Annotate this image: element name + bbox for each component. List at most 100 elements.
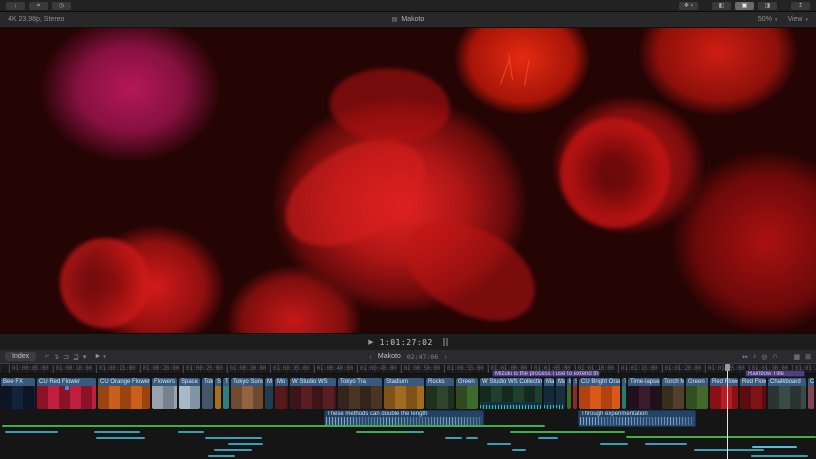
timeline-clip[interactable]: C xyxy=(808,378,814,409)
audio-meters-icon[interactable] xyxy=(442,338,448,346)
timeline-clip[interactable]: Stadium xyxy=(384,378,424,409)
import-media-button[interactable]: ↓ xyxy=(6,1,25,10)
clip-thumbnails xyxy=(215,386,221,409)
connected-clip-bar[interactable] xyxy=(600,443,628,445)
previous-project-button[interactable]: ‹ xyxy=(369,352,372,361)
timeline-clip[interactable]: W Studio WS xyxy=(290,378,336,409)
clip-thumbnails xyxy=(338,386,382,409)
timeline-clip[interactable]: Mo xyxy=(275,378,288,409)
connected-clip-bar[interactable] xyxy=(5,431,58,433)
timeline-clip[interactable]: W Studio WS Collecting Flowers xyxy=(480,378,542,409)
connected-clip-bar[interactable] xyxy=(466,437,478,439)
timeline-clip[interactable]: Bee FX xyxy=(1,378,35,409)
clip-name-label: Time-lapse Shutterstock xyxy=(628,378,660,386)
playhead[interactable] xyxy=(725,364,730,459)
connected-clip-bar[interactable] xyxy=(445,437,462,439)
solo-icon[interactable]: ◎ xyxy=(761,353,767,361)
timeline-clip[interactable]: S xyxy=(573,378,577,409)
timeline-clip[interactable]: T xyxy=(223,378,229,409)
clip-thumbnails xyxy=(275,386,288,409)
connected-clip-bar[interactable] xyxy=(178,431,204,433)
skimming-icon[interactable]: ↭ xyxy=(742,353,748,361)
show-browser-button[interactable]: ◧ xyxy=(712,1,731,10)
timeline-clip[interactable]: Time-lapse Shutterstock xyxy=(628,378,660,409)
index-button[interactable]: Index xyxy=(5,352,37,361)
connected-clip-bar[interactable] xyxy=(512,449,526,451)
viewer-view-dropdown[interactable]: View ▾ xyxy=(787,16,808,23)
timeline-ruler[interactable]: 01:00:05:00 01:00:10:00 01:00:15:00 01:00:2… xyxy=(0,364,816,374)
timeline-clip[interactable]: Red Flower CU xyxy=(740,378,766,409)
timeline-clip[interactable]: Makoto I xyxy=(556,378,565,409)
clip-name-label: Makoto I xyxy=(556,378,565,386)
connected-clip-bar[interactable] xyxy=(694,449,764,451)
viewer-canvas xyxy=(0,28,816,333)
timeline-clip[interactable]: Green xyxy=(456,378,478,409)
overwrite-edit-icon[interactable]: ⊒ xyxy=(73,353,79,361)
effects-browser-button[interactable]: ❖ ▾ xyxy=(679,1,698,10)
insert-edit-icon[interactable]: ↴ xyxy=(53,353,59,361)
tool-select-dropdown[interactable]: ► ▾ xyxy=(94,353,105,360)
timeline-clip[interactable]: Green Texture xyxy=(686,378,708,409)
clip-thumbnails xyxy=(1,386,35,409)
next-project-button[interactable]: › xyxy=(444,352,447,361)
connect-edit-icon[interactable]: ⌐ xyxy=(45,353,49,360)
music-clip-bar[interactable] xyxy=(510,431,625,433)
timeline-clip[interactable]: E xyxy=(567,378,571,409)
timeline-clip[interactable]: Space xyxy=(179,378,200,409)
timeline-clip[interactable]: S xyxy=(215,378,221,409)
viewer-zoom-dropdown[interactable]: 50% ▾ xyxy=(758,16,778,23)
show-inspector-button[interactable]: ◨ xyxy=(758,1,777,10)
connected-clip-bar[interactable] xyxy=(408,431,421,433)
append-edit-icon[interactable]: ⊐ xyxy=(63,353,69,361)
timeline-clip[interactable]: M xyxy=(265,378,273,409)
clip-name-label: C xyxy=(808,378,814,386)
timeline-clip[interactable]: CU Red Flower xyxy=(37,378,96,409)
edit-options-caret-icon[interactable]: ▾ xyxy=(83,353,87,361)
clip-name-label: CU Bright Oran xyxy=(579,378,620,386)
timeline-clip[interactable]: Rocks xyxy=(426,378,454,409)
window-toolbar: ↓ ⌗ ◷ ❖ ▾ ◧ ▣ ◨ ↥ xyxy=(0,0,816,12)
music-clip-bar[interactable] xyxy=(2,425,545,427)
connected-clip-bar[interactable] xyxy=(751,455,808,457)
share-button[interactable]: ↥ xyxy=(791,1,810,10)
title-clip[interactable]: Mizuki is the process I use to extend th… xyxy=(492,370,600,377)
audio-skimming-icon[interactable]: ♪ xyxy=(753,353,757,360)
clip-thumbnails xyxy=(567,386,571,409)
timeline-clip[interactable]: Red Flower xyxy=(710,378,738,409)
timeline-clip[interactable]: Chalkboard xyxy=(768,378,806,409)
music-clip-bar[interactable] xyxy=(626,436,816,438)
background-tasks-button[interactable]: ◷ xyxy=(52,1,71,10)
clip-name-label: Tokyo Sunset xyxy=(231,378,263,386)
timeline-clip[interactable]: T xyxy=(622,378,626,409)
clip-appearance-icon[interactable]: ▦ xyxy=(794,353,801,361)
connected-clip-bar[interactable] xyxy=(96,437,145,439)
connected-clip-bar[interactable] xyxy=(205,437,262,439)
timeline-clip[interactable]: Tokyo Sunset xyxy=(231,378,263,409)
connected-clip-bar[interactable] xyxy=(94,431,140,433)
connected-clip-bar[interactable] xyxy=(228,443,263,445)
connected-clip-bar[interactable] xyxy=(752,446,797,448)
connected-clip-bar[interactable] xyxy=(214,449,252,451)
title-clip[interactable]: Rainbow Title xyxy=(745,370,805,377)
timeline-clip[interactable]: Flowers in Ice xyxy=(152,378,177,409)
timeline-clip[interactable]: Torch MS xyxy=(662,378,684,409)
timeline-clip[interactable]: Tokyo xyxy=(202,378,213,409)
connected-clip-bar[interactable] xyxy=(208,455,235,457)
timeline-clip[interactable]: Tokyo Tra xyxy=(338,378,382,409)
snapping-icon[interactable]: ∩ xyxy=(772,353,777,360)
connected-clip-bar[interactable] xyxy=(487,443,511,445)
timeline-clip[interactable]: Makot xyxy=(544,378,554,409)
connected-audio-clip[interactable]: Through experimentation xyxy=(578,410,696,427)
show-timeline-button[interactable]: ▣ xyxy=(735,1,754,10)
more-options-icon[interactable]: ⊞ xyxy=(805,353,811,361)
current-timecode[interactable]: 1:01:27:02 xyxy=(380,338,433,347)
keyword-editor-button[interactable]: ⌗ xyxy=(29,1,48,10)
rose-flower xyxy=(560,118,670,228)
connected-clip-bar[interactable] xyxy=(538,437,558,439)
clip-thumbnails xyxy=(628,386,660,409)
timeline-clip[interactable]: CU Bright Oran xyxy=(579,378,620,409)
clip-marker-icon xyxy=(65,386,70,390)
play-button[interactable]: ▶ xyxy=(368,338,373,346)
timeline-clip[interactable]: CU Orange Flower xyxy=(98,378,150,409)
connected-clip-bar[interactable] xyxy=(645,443,687,445)
